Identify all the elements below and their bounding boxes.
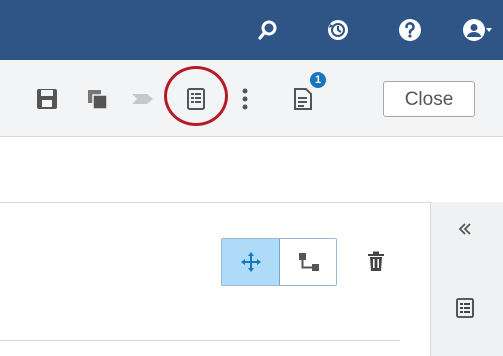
- history-icon[interactable]: [326, 18, 350, 42]
- object-toolbar: 1 Close: [0, 60, 503, 137]
- help-icon[interactable]: [398, 18, 422, 42]
- trash-icon[interactable]: [365, 250, 387, 272]
- panel-divider: [0, 202, 430, 203]
- search-icon[interactable]: [256, 18, 280, 42]
- notifications-icon[interactable]: [290, 86, 316, 112]
- highlight-annotation: [164, 66, 228, 126]
- more-vertical-icon[interactable]: [232, 86, 258, 112]
- diagram-tool-group: [221, 238, 337, 286]
- send-icon: [130, 86, 156, 112]
- move-tool-button[interactable]: [222, 239, 280, 285]
- copy-icon[interactable]: [84, 86, 110, 112]
- move-icon: [241, 252, 261, 272]
- panel-bottom-divider: [0, 340, 400, 341]
- save-icon[interactable]: [34, 86, 60, 112]
- connect-icon: [299, 253, 319, 271]
- user-icon[interactable]: [462, 18, 492, 42]
- connect-tool-button[interactable]: [280, 239, 336, 285]
- close-button[interactable]: Close: [383, 81, 475, 117]
- top-header-bar: [0, 0, 503, 60]
- notification-badge: 1: [310, 72, 326, 88]
- outline-icon[interactable]: [454, 297, 476, 319]
- collapse-icon[interactable]: [456, 220, 474, 238]
